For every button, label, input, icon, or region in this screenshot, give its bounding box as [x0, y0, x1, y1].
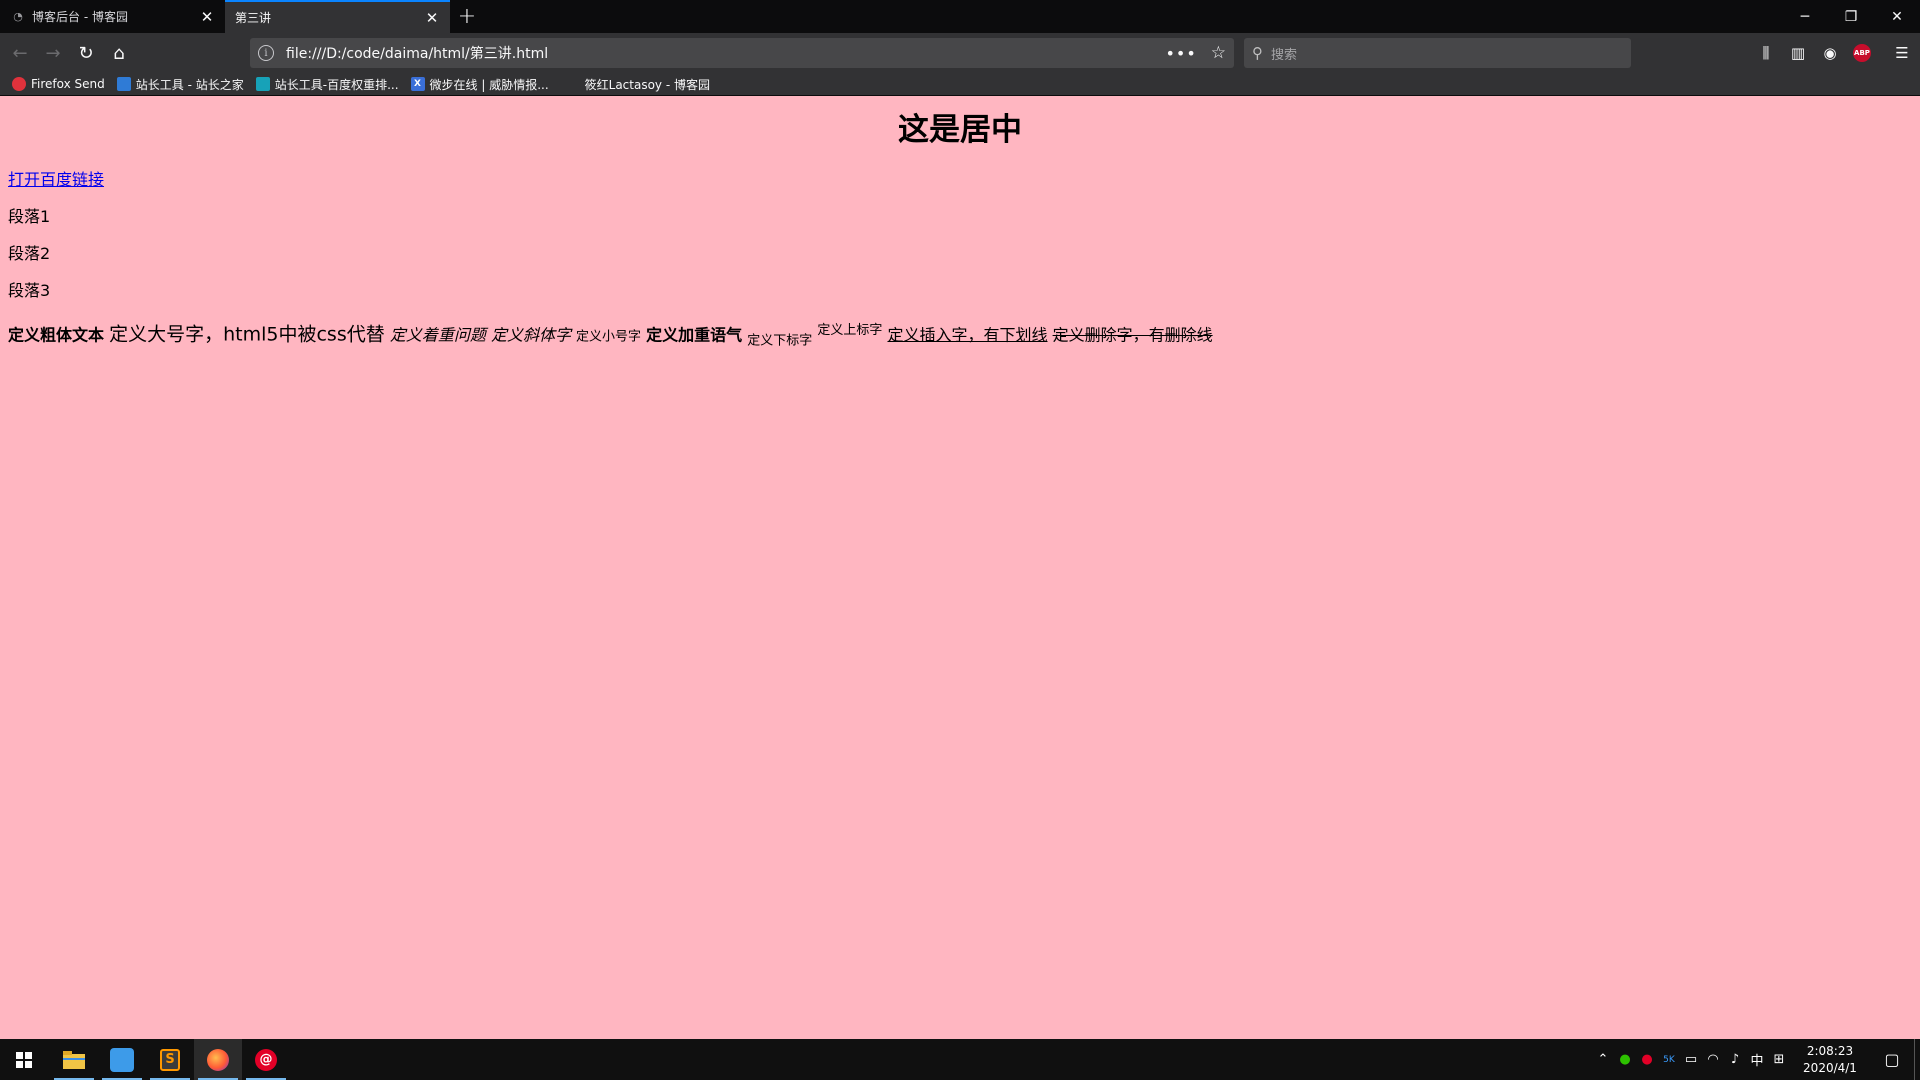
firefox-button[interactable] — [194, 1039, 242, 1080]
new-tab-button[interactable]: + — [450, 0, 484, 33]
bookmark-chinaz[interactable]: 站长工具 - 站长之家 — [116, 76, 244, 93]
close-tab-icon[interactable]: ✕ — [197, 7, 217, 27]
bookmark-aizhan[interactable]: 站长工具-百度权重排... — [255, 76, 399, 93]
library-icon[interactable]: ⫼ — [1750, 37, 1782, 69]
network-speed-icon[interactable]: 5K — [1658, 1039, 1680, 1080]
strong-text: 定义加重语气 — [646, 325, 743, 345]
deleted-text: 定义删除字，有删除线 — [1052, 325, 1213, 345]
bookmark-star-icon[interactable]: ☆ — [1211, 43, 1226, 63]
show-desktop-button[interactable] — [1914, 1039, 1920, 1080]
page-actions-icon[interactable]: ••• — [1165, 44, 1196, 63]
page-content: 这是居中 打开百度链接 段落1 段落2 段落3 定义粗体文本 定义大号字，htm… — [0, 96, 1920, 1039]
baidu-link[interactable]: 打开百度链接 — [8, 170, 1912, 190]
bookmarks-toolbar: Firefox Send 站长工具 - 站长之家 站长工具-百度权重排... X… — [0, 73, 1920, 96]
wifi-icon[interactable]: ◠ — [1702, 1039, 1724, 1080]
wechat-icon[interactable]: ● — [1614, 1039, 1636, 1080]
close-tab-icon[interactable]: ✕ — [422, 8, 442, 28]
clock-date: 2020/4/1 — [1803, 1060, 1857, 1075]
show-hidden-icons[interactable]: ⌃ — [1592, 1039, 1614, 1080]
tab-title: 博客后台 - 博客园 — [32, 10, 128, 24]
search-placeholder: 搜索 — [1271, 47, 1298, 63]
clock-time: 2:08:23 — [1806, 1043, 1854, 1058]
page-info-icon[interactable]: i — [258, 45, 274, 61]
ime-indicator[interactable]: 中 — [1746, 1039, 1768, 1080]
small-text: 定义小号字 — [576, 329, 642, 345]
bookmark-label: 站长工具 - 站长之家 — [135, 77, 244, 92]
cnblogs-icon: ◔ — [13, 10, 23, 23]
adblock-plus-icon[interactable]: ABP — [1853, 44, 1871, 62]
paragraph-2: 段落2 — [8, 244, 51, 263]
firefox-icon — [207, 1048, 229, 1071]
taskbar: S @ ⌃ ● ● 5K ▭ ◠ ♪ 中 ⊞ 2:08:23 2020/4/1 … — [0, 1039, 1920, 1080]
subscript-text: 定义下标字 — [747, 333, 813, 349]
notification-center-icon[interactable]: ▢ — [1870, 1039, 1914, 1080]
bookmark-threatbook[interactable]: X 微步在线 | 威胁情报... — [410, 76, 549, 93]
address-text[interactable]: file:///D:/code/daima/html/第三讲.html — [286, 43, 1165, 63]
restore-button[interactable]: ❐ — [1828, 0, 1874, 33]
bookmark-label: 筱红Lactasoy - 博客园 — [584, 77, 710, 92]
forward-button[interactable]: → — [37, 37, 69, 69]
netease-music-icon: @ — [255, 1048, 277, 1071]
bold-text: 定义粗体文本 — [8, 325, 105, 345]
inserted-text: 定义插入字，有下划线 — [887, 325, 1048, 345]
netease-tray-icon[interactable]: ● — [1636, 1039, 1658, 1080]
netease-music-button[interactable]: @ — [242, 1039, 290, 1080]
back-button[interactable]: ← — [4, 37, 36, 69]
app-icon — [110, 1047, 134, 1072]
navigation-toolbar: ← → ↻ ⌂ i file:///D:/code/daima/html/第三讲… — [0, 33, 1920, 73]
address-bar[interactable]: i file:///D:/code/daima/html/第三讲.html ••… — [250, 38, 1234, 68]
menu-icon[interactable]: ☰ — [1886, 37, 1918, 69]
bookmark-label: 站长工具-百度权重排... — [274, 77, 399, 92]
tab-title: 第三讲 — [235, 11, 272, 25]
app-button[interactable] — [98, 1039, 146, 1080]
account-icon[interactable]: ◉ — [1814, 37, 1846, 69]
formatting-row: 定义粗体文本 定义大号字，html5中被css代替 定义着重问题 定义斜体字 定… — [8, 317, 1912, 356]
bookmark-label: 微步在线 | 威胁情报... — [429, 77, 549, 92]
minimize-button[interactable]: ─ — [1782, 0, 1828, 33]
sidebar-icon[interactable]: ▥ — [1782, 37, 1814, 69]
ime-mode-icon[interactable]: ⊞ — [1768, 1039, 1790, 1080]
superscript-text: 定义上标字 — [817, 323, 883, 338]
chinaz-icon — [116, 77, 131, 91]
firefox-send-icon — [12, 77, 26, 91]
home-button[interactable]: ⌂ — [103, 37, 135, 69]
reload-button[interactable]: ↻ — [70, 37, 102, 69]
file-explorer-button[interactable] — [50, 1039, 98, 1080]
bookmark-label: Firefox Send — [31, 77, 105, 91]
toolbar-right: ⫼ ▥ ◉ ABP ☰ — [1750, 37, 1918, 69]
sublime-text-icon: S — [160, 1048, 180, 1071]
page-heading: 这是居中 — [898, 112, 1022, 148]
clock[interactable]: 2:08:23 2020/4/1 — [1790, 1043, 1870, 1077]
sublime-text-button[interactable]: S — [146, 1039, 194, 1080]
bookmark-cnblogs[interactable]: 筱红Lactasoy - 博客园 — [585, 76, 710, 93]
volume-icon[interactable]: ♪ — [1724, 1039, 1746, 1080]
aizhan-icon — [255, 77, 270, 91]
search-bar[interactable]: ⚲ 搜索 — [1244, 38, 1631, 68]
start-button[interactable] — [0, 1039, 48, 1080]
italic-text: 定义斜体字 — [490, 325, 571, 345]
search-icon: ⚲ — [1252, 44, 1263, 62]
folder-icon — [63, 1050, 85, 1069]
window-controls: ─ ❐ ✕ — [1782, 0, 1920, 33]
big-text: 定义大号字，html5中被css代替 — [109, 323, 385, 346]
threatbook-icon: X — [410, 77, 425, 91]
tab-blog-admin[interactable]: ◔ 博客后台 - 博客园 ✕ — [0, 0, 225, 33]
bookmark-firefox-send[interactable]: Firefox Send — [12, 77, 105, 91]
battery-icon[interactable]: ▭ — [1680, 1039, 1702, 1080]
close-window-button[interactable]: ✕ — [1874, 0, 1920, 33]
paragraph-3: 段落3 — [8, 281, 51, 300]
paragraph-1: 段落1 — [8, 207, 51, 226]
tab-lesson3[interactable]: 第三讲 ✕ — [225, 0, 450, 33]
system-tray: ⌃ ● ● 5K ▭ ◠ ♪ 中 ⊞ 2:08:23 2020/4/1 ▢ — [1592, 1039, 1920, 1080]
windows-icon — [16, 1051, 32, 1068]
tab-strip: ◔ 博客后台 - 博客园 ✕ 第三讲 ✕ + ─ ❐ ✕ — [0, 0, 1920, 33]
emphasis-text: 定义着重问题 — [389, 325, 486, 345]
